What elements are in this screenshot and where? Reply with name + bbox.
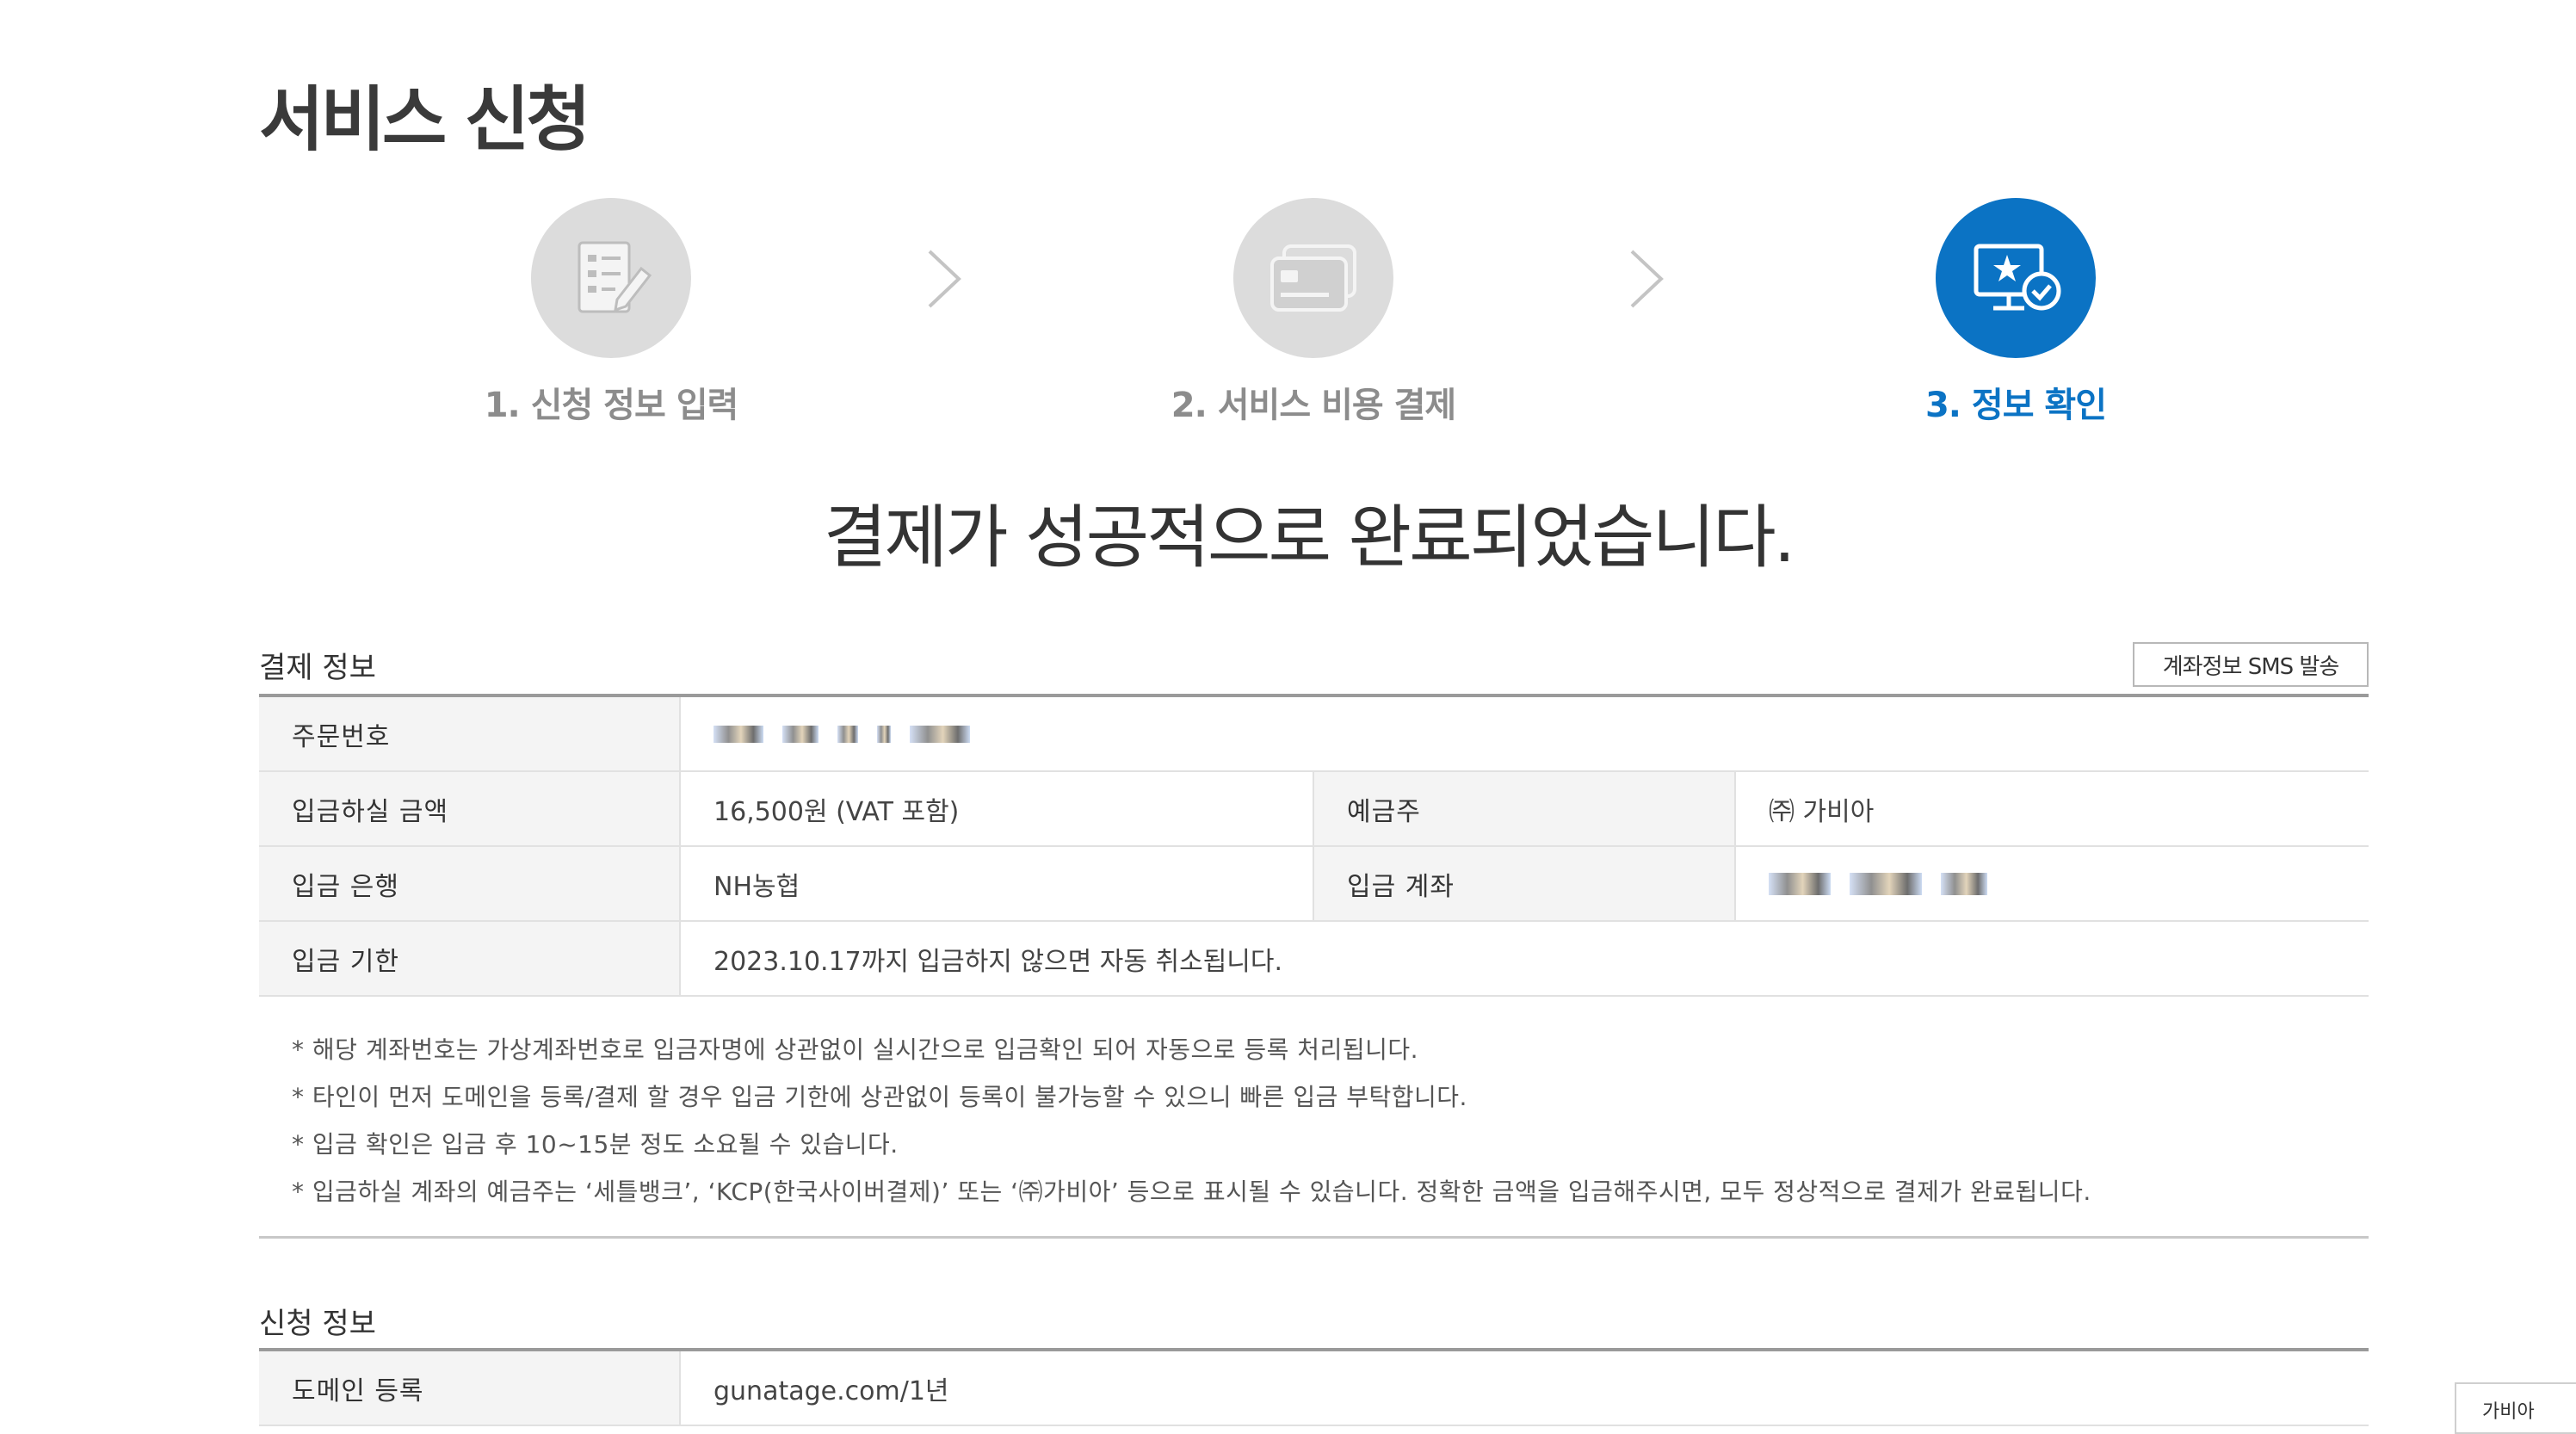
redacted-text <box>877 725 891 743</box>
form-edit-icon <box>578 241 652 313</box>
deadline-label: 입금 기한 <box>259 922 681 995</box>
order-number-label: 주문번호 <box>259 697 681 770</box>
amount-value: 16,500원 (VAT 포함) <box>681 772 1314 845</box>
chevron-right-icon <box>928 250 961 308</box>
note-item: * 입금하실 계좌의 예금주는 ‘세틀뱅크’, ‘KCP(한국사이버결제)’ 또… <box>292 1177 2091 1206</box>
table-row: 입금 은행 NH농협 입금 계좌 <box>259 847 2369 922</box>
domain-registration-value: gunatage.com/1년 <box>713 1375 949 1406</box>
step-3-label: 3. 정보 확인 <box>1924 386 2107 425</box>
redacted-text <box>782 725 819 743</box>
note-item: * 입금 확인은 입금 후 10~15분 정도 소요될 수 있습니다. <box>292 1130 899 1159</box>
step-2-label: 2. 서비스 비용 결제 <box>1171 386 1456 425</box>
account-holder-value: ㈜ 가비아 <box>1769 796 1875 827</box>
table-row: 입금 기한 2023.10.17까지 입금하지 않으면 자동 취소됩니다. <box>259 922 2369 997</box>
table-row: 도메인 등록 gunatage.com/1년 <box>259 1351 2369 1426</box>
redacted-text <box>713 725 763 743</box>
table-row: 주문번호 <box>259 697 2369 772</box>
step-1: 1. 신청 정보 입력 <box>430 198 792 427</box>
account-number-label: 입금 계좌 <box>1314 847 1736 920</box>
order-number-value <box>681 697 2369 770</box>
payment-info-table: 주문번호 입금하실 금액 16,500원 (VAT 포함) 예금주 ㈜ 가비아 … <box>259 694 2369 997</box>
deadline-value: 2023.10.17까지 입금하지 않으면 자동 취소됩니다. <box>713 946 1283 977</box>
gabia-floating-tab[interactable]: 가비아 <box>2455 1382 2576 1434</box>
step-2: 2. 서비스 비용 결제 <box>1133 198 1494 427</box>
bank-label: 입금 은행 <box>259 847 681 920</box>
chevron-right-icon <box>1630 250 1664 308</box>
bank-value: NH농협 <box>681 847 1314 920</box>
monitor-star-check-icon <box>1974 244 2061 311</box>
payment-section-title: 결제 정보 <box>259 651 376 685</box>
redacted-text <box>837 725 858 743</box>
success-message: 결제가 성공적으로 완료되었습니다. <box>823 498 1795 578</box>
account-number-value <box>1736 847 2369 920</box>
domain-registration-label: 도메인 등록 <box>259 1351 681 1425</box>
note-item: * 해당 계좌번호는 가상계좌번호로 입금자명에 상관없이 실시간으로 입금확인… <box>292 1035 1419 1064</box>
application-section-title: 신청 정보 <box>259 1307 376 1341</box>
step-3: 3. 정보 확인 <box>1835 198 2196 427</box>
page-title: 서비스 신청 <box>259 79 591 161</box>
account-holder-label: 예금주 <box>1314 772 1736 845</box>
redacted-text <box>910 725 970 743</box>
amount-label: 입금하실 금액 <box>259 772 681 845</box>
table-row: 입금하실 금액 16,500원 (VAT 포함) 예금주 ㈜ 가비아 <box>259 772 2369 847</box>
send-account-sms-button[interactable]: 계좌정보 SMS 발송 <box>2133 642 2369 687</box>
credit-card-icon <box>1270 244 1356 312</box>
step-1-circle <box>531 198 691 358</box>
redacted-text <box>1769 872 1831 895</box>
redacted-text <box>1941 872 1987 895</box>
note-item: * 타인이 먼저 도메인을 등록/결제 할 경우 입금 기한에 상관없이 등록이… <box>292 1083 1467 1111</box>
application-info-table: 도메인 등록 gunatage.com/1년 <box>259 1348 2369 1426</box>
step-2-circle <box>1233 198 1393 358</box>
step-3-circle <box>1936 198 2096 358</box>
redacted-text <box>1850 872 1922 895</box>
step-1-label: 1. 신청 정보 입력 <box>484 386 739 425</box>
payment-notes: * 해당 계좌번호는 가상계좌번호로 입금자명에 상관없이 실시간으로 입금확인… <box>259 1000 2369 1239</box>
